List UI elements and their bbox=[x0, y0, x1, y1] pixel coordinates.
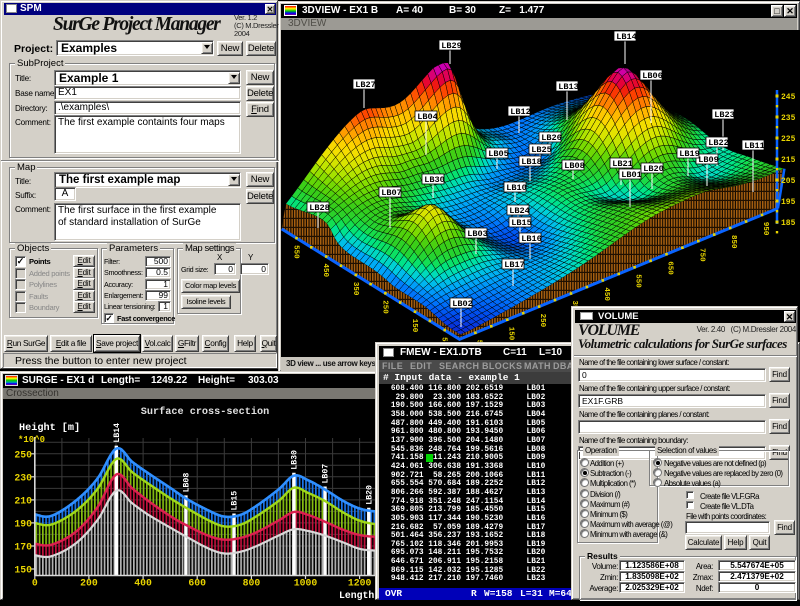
svg-text:230: 230 bbox=[14, 472, 32, 483]
svg-text:LB07: LB07 bbox=[322, 464, 331, 484]
svg-text:Height [m]: Height [m] bbox=[19, 422, 80, 434]
svg-text:185: 185 bbox=[781, 219, 796, 228]
svg-text:LB24: LB24 bbox=[509, 206, 530, 216]
svg-text:LB28: LB28 bbox=[309, 203, 330, 213]
svg-text:150: 150 bbox=[506, 327, 514, 341]
svg-text:150: 150 bbox=[14, 565, 32, 576]
svg-text:LB01: LB01 bbox=[621, 170, 642, 180]
svg-text:1000: 1000 bbox=[294, 578, 318, 589]
svg-text:Surface cross-section: Surface cross-section bbox=[141, 406, 269, 418]
svg-text:LB21: LB21 bbox=[612, 159, 633, 169]
svg-text:*10^0: *10^0 bbox=[18, 435, 45, 445]
svg-text:LB08: LB08 bbox=[564, 161, 585, 171]
svg-text:LB07: LB07 bbox=[381, 188, 402, 198]
svg-text:LB05: LB05 bbox=[488, 149, 509, 159]
svg-text:215: 215 bbox=[781, 156, 796, 165]
svg-text:LB02: LB02 bbox=[452, 299, 473, 309]
svg-text:195: 195 bbox=[781, 198, 796, 207]
svg-text:550: 550 bbox=[634, 274, 642, 288]
svg-text:LB20: LB20 bbox=[365, 485, 374, 505]
svg-text:250: 250 bbox=[14, 449, 32, 460]
svg-text:LB09: LB09 bbox=[698, 155, 719, 165]
svg-text:LB30: LB30 bbox=[424, 175, 445, 185]
svg-text:LB18: LB18 bbox=[521, 157, 542, 167]
svg-text:Length [m: Length [m bbox=[339, 590, 379, 601]
svg-text:LB11: LB11 bbox=[744, 141, 765, 151]
svg-text:LB16: LB16 bbox=[521, 234, 542, 244]
svg-text:550: 550 bbox=[292, 245, 300, 259]
svg-text:LB26: LB26 bbox=[541, 133, 562, 143]
svg-text:190: 190 bbox=[14, 518, 32, 529]
svg-text:LB10: LB10 bbox=[506, 183, 527, 193]
svg-text:LB27: LB27 bbox=[355, 80, 376, 90]
svg-text:LB04: LB04 bbox=[417, 112, 438, 122]
svg-text:LB17: LB17 bbox=[504, 260, 525, 270]
svg-text:225: 225 bbox=[781, 135, 796, 144]
svg-text:950: 950 bbox=[761, 222, 769, 236]
svg-text:150: 150 bbox=[410, 319, 418, 333]
svg-text:LB14: LB14 bbox=[616, 32, 637, 42]
svg-text:250: 250 bbox=[538, 314, 546, 328]
svg-text:LB08: LB08 bbox=[182, 473, 191, 493]
svg-text:0: 0 bbox=[32, 578, 38, 589]
svg-text:235: 235 bbox=[781, 114, 796, 123]
svg-text:LB20: LB20 bbox=[643, 164, 664, 174]
svg-text:850: 850 bbox=[729, 235, 737, 249]
svg-text:LB12: LB12 bbox=[510, 107, 531, 117]
svg-text:1200: 1200 bbox=[348, 578, 372, 589]
svg-text:LB13: LB13 bbox=[558, 82, 579, 92]
svg-text:LB25: LB25 bbox=[531, 145, 552, 155]
svg-text:LB03: LB03 bbox=[467, 229, 488, 239]
svg-text:250: 250 bbox=[380, 300, 388, 314]
svg-text:750: 750 bbox=[697, 248, 705, 262]
svg-text:LB06: LB06 bbox=[642, 71, 663, 81]
svg-text:400: 400 bbox=[134, 578, 152, 589]
svg-text:170: 170 bbox=[14, 542, 32, 553]
svg-text:200: 200 bbox=[80, 578, 98, 589]
svg-text:600: 600 bbox=[188, 578, 206, 589]
svg-text:450: 450 bbox=[321, 264, 329, 278]
svg-text:LB19: LB19 bbox=[679, 149, 700, 159]
svg-text:800: 800 bbox=[243, 578, 261, 589]
svg-text:LB29: LB29 bbox=[441, 41, 462, 51]
svg-text:LB30: LB30 bbox=[290, 450, 299, 470]
svg-text:LB15: LB15 bbox=[511, 218, 532, 228]
svg-text:350: 350 bbox=[351, 282, 359, 296]
svg-text:210: 210 bbox=[14, 495, 32, 506]
svg-text:LB15: LB15 bbox=[231, 491, 240, 511]
svg-text:LB22: LB22 bbox=[708, 138, 729, 148]
svg-text:LB14: LB14 bbox=[113, 423, 122, 443]
svg-text:650: 650 bbox=[666, 261, 674, 275]
svg-text:LB23: LB23 bbox=[714, 110, 735, 120]
svg-text:205: 205 bbox=[781, 177, 796, 186]
svg-text:450: 450 bbox=[602, 287, 610, 301]
svg-text:245: 245 bbox=[781, 93, 796, 102]
